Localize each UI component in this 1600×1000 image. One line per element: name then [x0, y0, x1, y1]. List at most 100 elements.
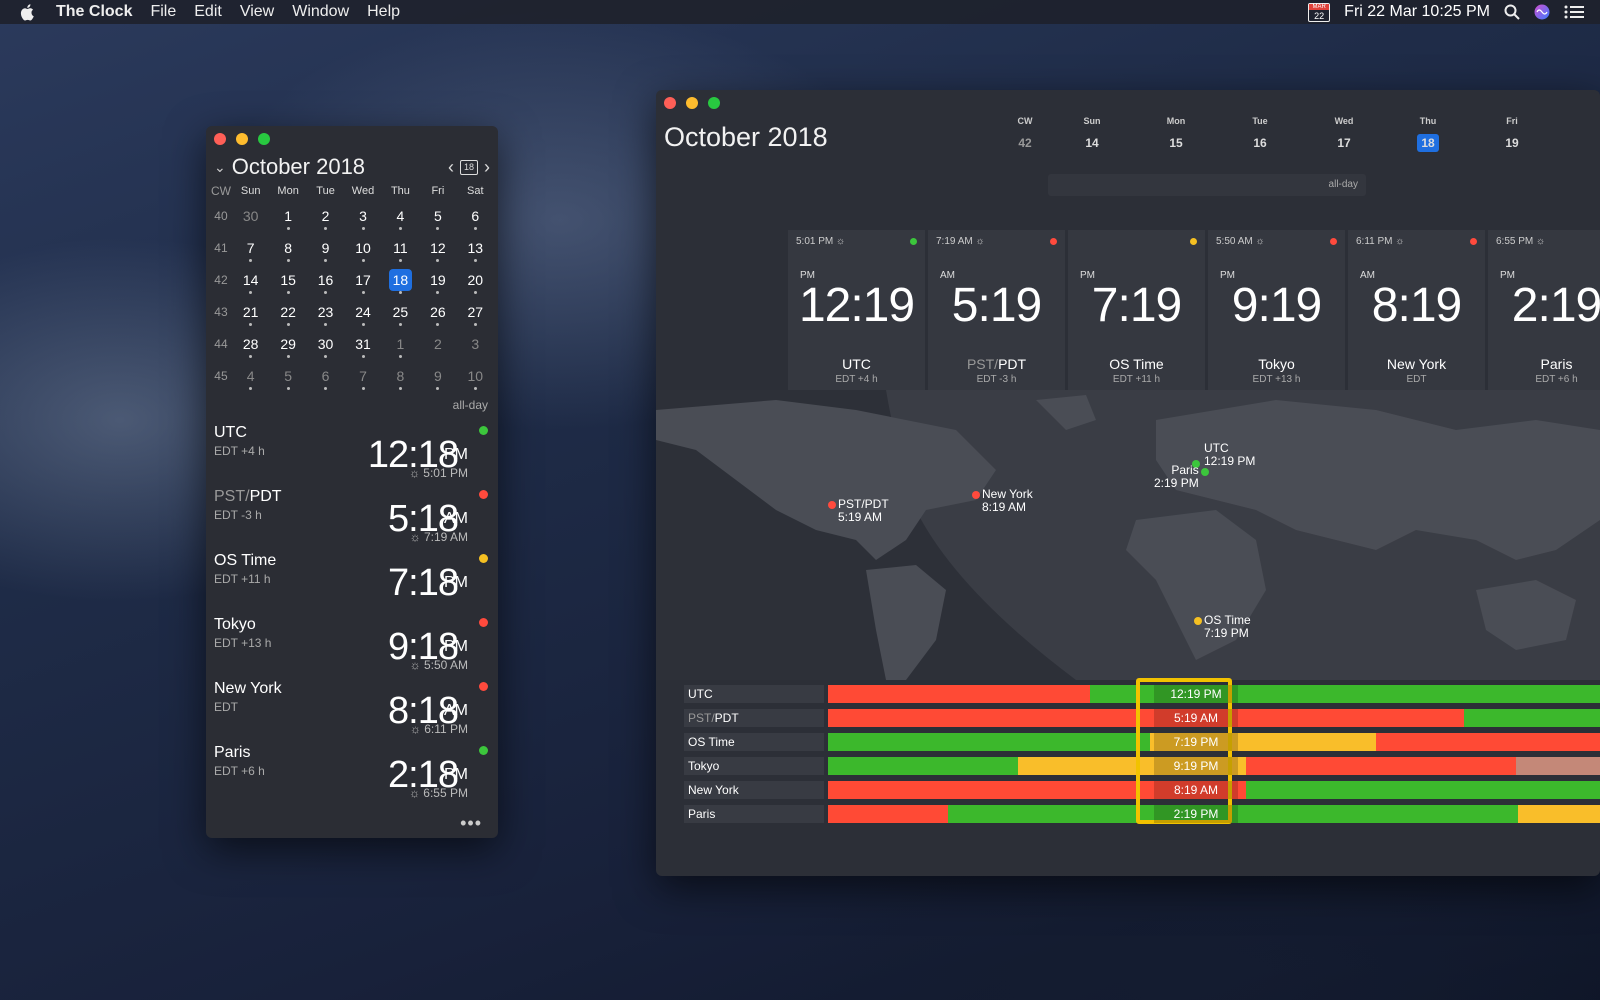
- map-pin-pst-pdt[interactable]: PST/PDT 5:19 AM: [828, 498, 889, 524]
- timeline-segment: [828, 685, 1090, 703]
- week-day[interactable]: Fri 19: [1470, 116, 1554, 152]
- zone-status-dot: [479, 746, 488, 755]
- week-day[interactable]: Mon 15: [1134, 116, 1218, 152]
- calendar-day[interactable]: 1: [269, 208, 306, 230]
- calendar-status-icon[interactable]: MAR 22: [1308, 2, 1331, 22]
- zone-card[interactable]: 6:55 PM ☼ PM 2:19 Paris EDT +6 h: [1488, 230, 1600, 390]
- calendar-day-number: 10: [355, 240, 371, 256]
- calendar-day[interactable]: 2: [307, 208, 344, 230]
- menubar-clock[interactable]: Fri 22 Mar 10:25 PM: [1344, 3, 1490, 21]
- card-sun-time-text: 7:19 AM: [936, 236, 973, 247]
- map-pin-os-time[interactable]: OS Time 7:19 PM: [1194, 614, 1251, 640]
- world-map[interactable]: UTC 12:19 PM Paris 2:19 PM PST/PDT 5:19 …: [656, 390, 1600, 680]
- calendar-day[interactable]: 31: [344, 336, 381, 358]
- more-icon[interactable]: •••: [460, 813, 482, 834]
- calendar-day-number: 12: [430, 240, 446, 256]
- zone-item[interactable]: Tokyo EDT +13 h 9:18 PM ☼ 5:50 AM: [206, 614, 498, 678]
- menu-help[interactable]: Help: [367, 3, 400, 21]
- calendar-day[interactable]: 28: [232, 336, 269, 358]
- calendar-day[interactable]: 20: [457, 272, 494, 294]
- zone-item[interactable]: New York EDT 8:18 AM ☼ 6:11 PM: [206, 678, 498, 742]
- calendar-day[interactable]: 17: [344, 272, 381, 294]
- all-day-row[interactable]: all-day: [1048, 174, 1366, 196]
- calendar-day[interactable]: 30: [232, 208, 269, 224]
- app-menu[interactable]: The Clock: [56, 3, 132, 21]
- calendar-day[interactable]: 4: [382, 208, 419, 230]
- minimize-button[interactable]: [236, 133, 248, 145]
- calendar-day[interactable]: 30: [307, 336, 344, 358]
- calendar-day[interactable]: 11: [382, 240, 419, 262]
- calendar-day[interactable]: 5: [419, 208, 456, 230]
- calendar-day[interactable]: 3: [344, 208, 381, 230]
- calendar-day[interactable]: 2: [419, 336, 456, 352]
- zone-item[interactable]: UTC EDT +4 h 12:18 PM ☼ 5:01 PM: [206, 422, 498, 486]
- card-status-dot: [1190, 238, 1197, 245]
- apple-icon[interactable]: [20, 3, 36, 21]
- calendar-day[interactable]: 13: [457, 240, 494, 262]
- zone-name: Tokyo: [214, 616, 256, 634]
- minimize-button[interactable]: [686, 97, 698, 109]
- calendar-day[interactable]: 15: [269, 272, 306, 294]
- calendar-day-selected[interactable]: 18: [382, 269, 419, 294]
- week-day[interactable]: Thu 18: [1386, 116, 1470, 152]
- calendar-day[interactable]: 22: [269, 304, 306, 326]
- week-day[interactable]: Tue 16: [1218, 116, 1302, 152]
- calendar-day[interactable]: 7: [344, 368, 381, 390]
- calendar-day[interactable]: 29: [269, 336, 306, 358]
- today-calendar-icon[interactable]: 18: [460, 159, 478, 175]
- search-icon[interactable]: [1504, 4, 1520, 20]
- week-day[interactable]: Wed 17: [1302, 116, 1386, 152]
- zone-card[interactable]: 5:50 AM ☼ PM 9:19 Tokyo EDT +13 h: [1208, 230, 1345, 390]
- zoom-button[interactable]: [258, 133, 270, 145]
- calendar-day[interactable]: 5: [269, 368, 306, 390]
- calendar-day[interactable]: 14: [232, 272, 269, 294]
- calendar-day[interactable]: 24: [344, 304, 381, 326]
- previous-month-icon[interactable]: ‹: [448, 157, 454, 178]
- zone-item[interactable]: OS Time EDT +11 h 7:18 PM: [206, 550, 498, 614]
- all-day-label: all-day: [452, 398, 488, 412]
- calendar-day[interactable]: 25: [382, 304, 419, 326]
- week-day[interactable]: Sun 14: [1050, 116, 1134, 152]
- zone-item[interactable]: Paris EDT +6 h 2:18 PM ☼ 6:55 PM: [206, 742, 498, 806]
- map-pin-utc[interactable]: UTC 12:19 PM: [1192, 442, 1255, 468]
- calendar-day[interactable]: 12: [419, 240, 456, 262]
- calendar-day[interactable]: 1: [382, 336, 419, 358]
- zone-card[interactable]: 7:19 AM ☼ AM 5:19 PST/PDT EDT -3 h: [928, 230, 1065, 390]
- close-button[interactable]: [664, 97, 676, 109]
- map-pin-paris[interactable]: Paris 2:19 PM: [1154, 464, 1209, 490]
- calendar-day[interactable]: 8: [269, 240, 306, 262]
- calendar-day[interactable]: 8: [382, 368, 419, 390]
- calendar-day[interactable]: 6: [307, 368, 344, 390]
- calendar-day[interactable]: 27: [457, 304, 494, 326]
- notification-center-icon[interactable]: [1564, 5, 1584, 19]
- calendar-day[interactable]: 9: [419, 368, 456, 390]
- calendar-day[interactable]: 21: [232, 304, 269, 326]
- zone-item[interactable]: PST/PDT EDT -3 h 5:18 AM ☼ 7:19 AM: [206, 486, 498, 550]
- calendar-day[interactable]: 10: [457, 368, 494, 390]
- zone-card[interactable]: PM 7:19 OS Time EDT +11 h: [1068, 230, 1205, 390]
- calendar-day[interactable]: 6: [457, 208, 494, 230]
- calendar-day[interactable]: 26: [419, 304, 456, 326]
- zone-card[interactable]: 5:01 PM ☼ PM 12:19 UTC EDT +4 h: [788, 230, 925, 390]
- siri-icon[interactable]: [1534, 4, 1550, 20]
- calendar-day[interactable]: 3: [457, 336, 494, 352]
- next-month-icon[interactable]: ›: [484, 157, 490, 178]
- chevron-down-icon[interactable]: ⌄: [214, 159, 226, 176]
- calendar-day[interactable]: 23: [307, 304, 344, 326]
- calendar-day[interactable]: 19: [419, 272, 456, 294]
- zone-name-prefix: PST/: [214, 488, 250, 505]
- menu-window[interactable]: Window: [292, 3, 349, 21]
- menu-edit[interactable]: Edit: [194, 3, 222, 21]
- calendar-day[interactable]: 4: [232, 368, 269, 390]
- calendar-day[interactable]: 7: [232, 240, 269, 262]
- calendar-day[interactable]: 10: [344, 240, 381, 262]
- close-button[interactable]: [214, 133, 226, 145]
- menu-view[interactable]: View: [240, 3, 274, 21]
- zoom-button[interactable]: [708, 97, 720, 109]
- zone-card[interactable]: 6:11 PM ☼ AM 8:19 New York EDT: [1348, 230, 1485, 390]
- calendar-day[interactable]: 9: [307, 240, 344, 262]
- calendar-day[interactable]: 16: [307, 272, 344, 294]
- map-pin-new-york[interactable]: New York 8:19 AM: [972, 488, 1033, 514]
- menu-file[interactable]: File: [150, 3, 176, 21]
- map-pin-dot: [972, 491, 980, 499]
